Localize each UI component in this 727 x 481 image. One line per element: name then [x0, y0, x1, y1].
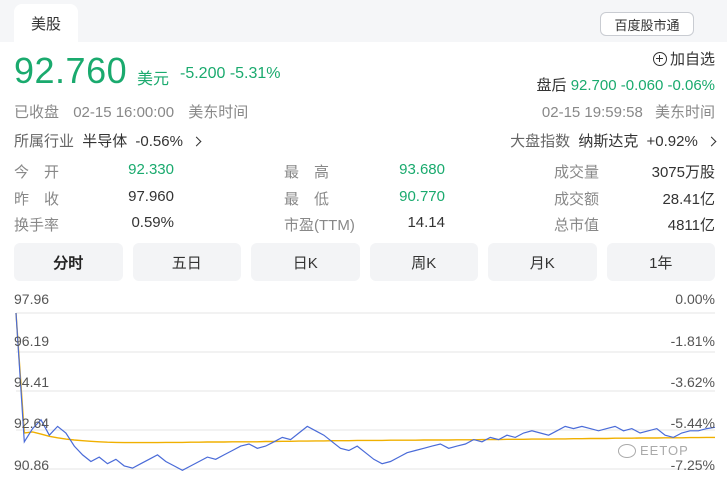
stat-value-prev-close: 97.960	[128, 188, 174, 205]
index-percent: +0.92%	[646, 133, 698, 150]
stat-value-turnover-rate: 0.59%	[131, 214, 174, 231]
tab-intraday[interactable]: 分时	[14, 243, 123, 281]
plus-circle-icon	[652, 51, 667, 66]
price-line	[15, 312, 716, 471]
y-axis-right-tick: 0.00%	[675, 291, 715, 307]
y-axis-left-tick: 96.19	[14, 333, 50, 349]
y-axis-left-tick: 90.86	[14, 457, 50, 473]
y-axis-right-tick: -1.81%	[670, 333, 715, 349]
stat-label-volume: 成交量	[554, 164, 600, 181]
tab-five-day[interactable]: 五日	[132, 243, 241, 281]
stat-label-turnover-rate: 换手率	[14, 217, 60, 234]
status-date: 02-15 16:00:00	[73, 104, 175, 121]
tab-daily-k[interactable]: 日K	[251, 243, 360, 281]
chevron-right-icon	[706, 136, 717, 147]
average-price-line	[15, 312, 715, 444]
y-axis-right-tick: -5.44%	[670, 415, 715, 431]
y-axis-left-tick: 97.96	[14, 291, 50, 307]
after-hours-label: 盘后	[536, 77, 567, 94]
stat-value-turnover-amount: 28.41亿	[662, 191, 715, 208]
stat-label-turnover-amount: 成交额	[554, 191, 600, 208]
stat-label-low: 最 低	[284, 191, 330, 208]
stat-value-volume: 3075万股	[651, 164, 715, 181]
industry-label: 所属行业	[14, 133, 75, 150]
watermark-text: EETOP	[640, 443, 689, 458]
after-hours-date: 02-15 19:59:58	[541, 104, 643, 121]
current-price: 92.760	[14, 50, 128, 91]
stat-value-low: 90.770	[399, 188, 445, 205]
after-hours-quote: 盘后 92.700 -0.060 -0.06%	[537, 74, 716, 95]
stat-value-market-cap: 4811亿	[667, 217, 715, 234]
period-tabs: 分时 五日 日K 周K 月K 1年	[14, 243, 715, 281]
stat-value-open: 92.330	[128, 161, 174, 178]
market-index-link[interactable]: 大盘指数 纳斯达克 +0.92%	[510, 130, 717, 151]
change-value: -5.200	[180, 65, 226, 82]
after-hours-time: 02-15 19:59:58 美东时间	[534, 101, 715, 122]
y-axis-right-tick: -7.25%	[670, 457, 715, 473]
after-hours-change: -0.060	[620, 77, 664, 94]
add-watchlist-button[interactable]: 加自选	[652, 48, 715, 69]
stat-label-prev-close: 昨 收	[14, 191, 60, 208]
add-watchlist-label: 加自选	[669, 51, 715, 68]
baidu-stock-button[interactable]: 百度股市通	[600, 12, 694, 36]
status-label: 已收盘	[14, 104, 60, 121]
price-change: -5.200 -5.31%	[180, 65, 281, 83]
chevron-right-icon	[191, 136, 202, 147]
wechat-icon	[618, 443, 636, 458]
index-label: 大盘指数	[510, 133, 571, 150]
after-hours-timezone: 美东时间	[654, 104, 715, 121]
y-axis-left-tick: 92.64	[14, 415, 50, 431]
stat-value-pe: 14.14	[407, 214, 445, 231]
tab-monthly-k[interactable]: 月K	[488, 243, 597, 281]
industry-name: 半导体	[82, 133, 128, 150]
stat-value-high: 93.680	[399, 161, 445, 178]
tab-one-year[interactable]: 1年	[606, 243, 715, 281]
tab-weekly-k[interactable]: 周K	[369, 243, 478, 281]
y-axis-right-tick: -3.62%	[670, 374, 715, 390]
status-timezone: 美东时间	[188, 104, 249, 121]
stat-label-open: 今 开	[14, 164, 60, 181]
y-axis-left-tick: 94.41	[14, 374, 50, 390]
index-name: 纳斯达克	[578, 133, 639, 150]
after-hours-percent: -0.06%	[667, 77, 715, 94]
stat-label-pe: 市盈(TTM)	[284, 217, 355, 234]
stat-label-market-cap: 总市值	[554, 217, 600, 234]
industry-percent: -0.56%	[135, 133, 183, 150]
currency-label: 美元	[137, 71, 170, 88]
stat-label-high: 最 高	[284, 164, 330, 181]
after-hours-price: 92.700	[570, 77, 617, 94]
change-percent: -5.31%	[229, 65, 281, 82]
tab-us-stocks[interactable]: 美股	[14, 4, 78, 42]
industry-link[interactable]: 所属行业 半导体 -0.56%	[14, 130, 202, 151]
watermark: EETOP	[618, 443, 689, 458]
market-status: 已收盘 02-15 16:00:00 美东时间	[14, 101, 258, 122]
